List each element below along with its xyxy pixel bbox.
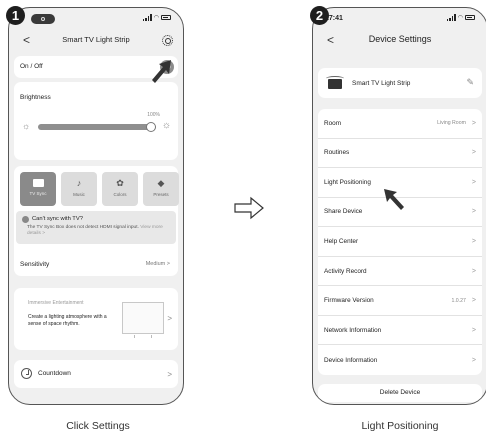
- camera-pill: [31, 14, 55, 24]
- onoff-label: On / Off: [20, 63, 43, 70]
- tab-presets[interactable]: ◆ Presets: [143, 172, 179, 206]
- clock-icon: [21, 368, 32, 379]
- settings-row-network-information[interactable]: Network Information >: [318, 316, 482, 346]
- brightness-slider-knob[interactable]: [146, 122, 156, 132]
- settings-row-room[interactable]: Room Living Room >: [318, 109, 482, 139]
- settings-row-label: Room: [324, 119, 342, 127]
- step-badge-2: 2: [310, 6, 329, 25]
- device-card: Smart TV Light Strip ✎: [318, 68, 482, 98]
- phone-screen-step-2: 17:41 ◠ < Device Settings Smart TV Light…: [312, 7, 486, 405]
- settings-row-label: Firmware Version: [324, 297, 374, 305]
- sync-description-text: The TV Sync Box does not detect HDMI sig…: [27, 225, 139, 230]
- immersive-description: Create a lighting atmosphere with a sens…: [28, 314, 107, 327]
- presets-icon: ◆: [157, 178, 165, 188]
- settings-row-label: Light Positioning: [324, 178, 371, 186]
- sensitivity-label: Sensitivity: [20, 261, 50, 268]
- settings-row-label: Network Information: [324, 326, 382, 334]
- tv-stand: [134, 335, 152, 338]
- settings-row-device-information[interactable]: Device Information >: [318, 345, 482, 375]
- sun-large-icon: ☼: [161, 120, 171, 131]
- brightness-percent: 100%: [147, 112, 160, 118]
- settings-list: Room Living Room > Routines > Light Positioni…: [318, 109, 482, 375]
- status-bar: ◠: [9, 14, 183, 26]
- countdown-card[interactable]: Countdown >: [14, 360, 178, 388]
- immersive-entertainment-card[interactable]: Immersive Entertainment Create a lightin…: [14, 288, 178, 350]
- wifi-icon: ◠: [457, 15, 463, 21]
- signal-icon: [142, 14, 152, 21]
- battery-icon: [465, 15, 475, 20]
- settings-row-label: Device Information: [324, 356, 378, 364]
- tab-label: Presets: [153, 192, 169, 197]
- sun-small-icon: ☼: [22, 121, 31, 131]
- chevron-right-icon: >: [471, 297, 476, 305]
- settings-row-activity-record[interactable]: Activity Record >: [318, 257, 482, 287]
- wifi-icon: ◠: [153, 15, 159, 21]
- sensitivity-value[interactable]: Medium >: [146, 261, 170, 267]
- chevron-right-icon: >: [471, 237, 476, 245]
- tv-illustration: [122, 302, 164, 334]
- brightness-slider[interactable]: [38, 122, 156, 132]
- brightness-label: Brightness: [20, 94, 51, 101]
- step-caption-2: Light Positioning: [361, 420, 439, 432]
- immersive-title: Immersive Entertainment: [28, 300, 84, 306]
- settings-row-firmware-version[interactable]: Firmware Version 1.0.27 >: [318, 286, 482, 316]
- step-badge-1: 1: [6, 6, 25, 25]
- signal-icon: [446, 14, 456, 21]
- tab-label: TV Sync: [29, 191, 47, 196]
- pointer-arrow-icon: [152, 60, 171, 83]
- gear-icon[interactable]: [162, 35, 173, 46]
- page-title: Smart TV Light Strip: [62, 35, 130, 44]
- light-strip-icon: [326, 76, 344, 89]
- status-icons: ◠: [446, 14, 475, 21]
- nav-bar: < Device Settings: [313, 26, 486, 56]
- edit-icon[interactable]: ✎: [466, 77, 474, 88]
- settings-row-value: Living Room: [437, 120, 466, 127]
- tab-label: Music: [73, 192, 85, 197]
- device-name: Smart TV Light Strip: [352, 80, 411, 87]
- chevron-right-icon: >: [471, 267, 476, 275]
- status-bar: 17:41 ◠: [313, 14, 486, 26]
- sync-description: The TV Sync Box does not detect HDMI sig…: [27, 225, 170, 237]
- chevron-right-icon: >: [471, 326, 476, 334]
- chevron-right-icon: >: [471, 356, 476, 364]
- status-icons: ◠: [142, 14, 171, 21]
- tab-music[interactable]: ♪ Music: [61, 172, 97, 206]
- settings-row-value: 1.0.27: [451, 297, 466, 304]
- settings-row-label: Activity Record: [324, 267, 367, 275]
- sync-question: Can't sync with TV?: [32, 216, 83, 222]
- sync-notice: Can't sync with TV? The TV Sync Box does…: [16, 211, 176, 244]
- sensitivity-value-text: Medium: [145, 261, 166, 267]
- palette-icon: ✿: [116, 178, 124, 188]
- chevron-right-icon: >: [471, 149, 476, 157]
- settings-row-label: Help Center: [324, 237, 359, 245]
- settings-row-label: Routines: [324, 149, 350, 157]
- tv-icon: [32, 179, 44, 187]
- chevron-right-icon: >: [471, 119, 476, 127]
- chevron-right-icon: >: [167, 370, 172, 379]
- delete-device-button[interactable]: Delete Device: [318, 384, 482, 402]
- chevron-right-icon: >: [166, 261, 170, 267]
- settings-row-help-center[interactable]: Help Center >: [318, 227, 482, 257]
- tab-label: Colors: [113, 192, 127, 197]
- countdown-label: Countdown: [38, 370, 71, 377]
- step-caption-1: Click Settings: [66, 420, 130, 432]
- tab-tv-sync[interactable]: TV Sync: [20, 172, 56, 206]
- chevron-right-icon: >: [471, 208, 476, 216]
- phone-screen-step-1: ◠ < Smart TV Light Strip On / Off ⏻ Brig…: [8, 7, 184, 405]
- nav-bar: < Smart TV Light Strip: [9, 26, 183, 56]
- modes-card: TV Sync ♪ Music ✿ Colors ◆ Presets Can't…: [14, 166, 179, 276]
- tab-colors[interactable]: ✿ Colors: [102, 172, 138, 206]
- next-step-arrow-icon: [234, 196, 264, 220]
- delete-device-label: Delete Device: [379, 389, 421, 396]
- chevron-right-icon: >: [167, 314, 172, 323]
- music-icon: ♪: [76, 178, 82, 188]
- brightness-card: Brightness 100% ☼ ☼: [14, 82, 178, 160]
- pointer-arrow-icon: [384, 189, 404, 210]
- page-title: Device Settings: [368, 34, 432, 44]
- battery-icon: [161, 15, 171, 20]
- settings-row-routines[interactable]: Routines >: [318, 139, 482, 169]
- chevron-right-icon: >: [471, 178, 476, 186]
- help-icon: [22, 216, 29, 223]
